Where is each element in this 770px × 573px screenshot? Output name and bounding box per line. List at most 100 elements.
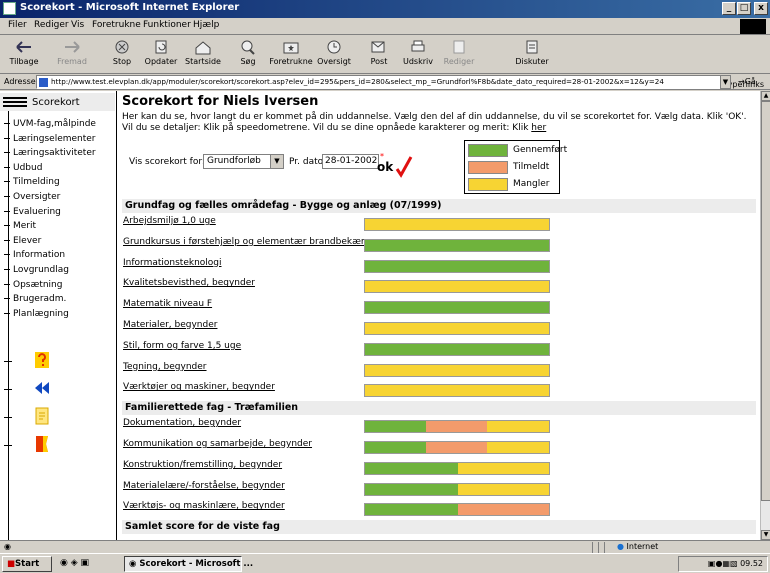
sidebar-item[interactable]: Information — [4, 250, 65, 260]
globe-icon: ● — [617, 542, 624, 551]
subject-link[interactable]: Arbejdsmiljø 1,0 uge — [123, 216, 216, 226]
refresh-button[interactable]: Opdater — [139, 38, 183, 72]
back-label: Tilbage — [9, 57, 39, 66]
edit-button[interactable]: Rediger — [437, 38, 481, 72]
subject-link[interactable]: Dokumentation, begynder — [123, 418, 241, 428]
score-row: Konstruktion/fremstilling, begynder — [122, 457, 756, 479]
home-button[interactable]: Startside — [181, 38, 225, 72]
sidebar-item[interactable]: Brugeradm. — [4, 294, 66, 304]
history-button[interactable]: Oversigt — [312, 38, 356, 72]
sidebar-item[interactable]: Læringsaktiviteter — [4, 148, 96, 158]
scroll-down-button[interactable]: ▼ — [761, 530, 770, 540]
zone-label: Internet — [626, 542, 659, 551]
minimize-button[interactable]: _ — [722, 2, 736, 15]
subject-link[interactable]: Informationsteknologi — [123, 258, 222, 268]
progress-bar[interactable] — [364, 420, 550, 434]
sidebar-item[interactable]: Tilmelding — [4, 177, 60, 187]
history-label: Oversigt — [317, 57, 351, 66]
completed-segment — [365, 483, 458, 495]
progress-bar[interactable] — [364, 218, 550, 231]
address-bar: Adresse http://www.test.elevplan.dk/app/… — [0, 74, 770, 90]
subject-link[interactable]: Materialer, begynder — [123, 320, 217, 330]
menu-icon — [3, 97, 27, 107]
menu-rediger[interactable]: Rediger — [34, 20, 69, 30]
sidebar-item[interactable]: Evaluering — [4, 207, 61, 217]
date-input[interactable]: 28-01-2002 — [322, 154, 379, 169]
tray-icons[interactable]: ▣●▦▧ — [708, 559, 740, 568]
subject-link[interactable]: Kvalitetsbevisthed, begynder — [123, 278, 255, 288]
address-dropdown-button[interactable]: ▼ — [720, 75, 731, 89]
sidebar-item[interactable]: Planlægning — [4, 309, 69, 319]
subject-link[interactable]: Grundkursus i førstehjælp og elementær b… — [123, 237, 375, 247]
subject-link[interactable]: Matematik niveau F — [123, 299, 212, 309]
subject-link[interactable]: Konstruktion/fremstilling, begynder — [123, 460, 282, 470]
menu-funktioner[interactable]: Funktioner — [143, 20, 191, 30]
sidebar-item[interactable]: Elever — [4, 236, 41, 246]
progress-bar[interactable] — [364, 461, 550, 475]
progress-bar[interactable] — [364, 482, 550, 496]
progress-bar[interactable] — [364, 342, 550, 356]
go-button[interactable]: →Gå — [738, 77, 756, 86]
task-label: Scorekort - Microsoft ... — [139, 559, 254, 569]
ok-button[interactable]: ok — [377, 156, 417, 178]
discuss-button[interactable]: Diskuter — [510, 38, 554, 72]
progress-bar[interactable] — [364, 322, 550, 335]
subject-link[interactable]: Værktøjs- og maskinlære, begynder — [123, 501, 285, 511]
progress-bar[interactable] — [364, 259, 550, 273]
filter-row: Vis scorekort for: Grundforløb ▼ Pr. dato… — [129, 152, 449, 178]
sidebar-item[interactable]: Opsætning — [4, 280, 62, 290]
subject-link[interactable]: Stil, form og farve 1,5 uge — [123, 341, 241, 351]
vertical-scrollbar[interactable]: ▲ ▼ — [760, 91, 770, 540]
menu-foretrukne[interactable]: Foretrukne — [92, 20, 141, 30]
start-button[interactable]: ■Start — [2, 556, 52, 572]
back-button[interactable]: Tilbage — [2, 38, 46, 72]
maximize-button[interactable]: □ — [737, 2, 751, 15]
missing-segment — [458, 462, 549, 474]
menu-hjaelp[interactable]: Hjælp — [193, 20, 219, 30]
progress-bar[interactable] — [364, 238, 550, 252]
sidebar-item[interactable]: Oversigter — [4, 192, 60, 202]
quick-launch[interactable]: ◉ ◈ ▣ — [60, 558, 120, 571]
sidebar-header[interactable]: Scorekort — [0, 93, 115, 111]
favorites-button[interactable]: Foretrukne — [269, 38, 313, 72]
progress-bar[interactable] — [364, 301, 550, 315]
progress-bar[interactable] — [364, 441, 550, 454]
subject-link[interactable]: Tegning, begynder — [123, 362, 207, 372]
scroll-up-button[interactable]: ▲ — [761, 91, 770, 101]
task-ie-window[interactable]: ◉ Scorekort - Microsoft ... — [124, 556, 253, 572]
print-button[interactable]: Udskriv — [396, 38, 440, 72]
flag-icon — [36, 436, 48, 452]
scroll-thumb[interactable] — [761, 101, 770, 501]
grades-link[interactable]: her — [531, 123, 546, 133]
subject-link[interactable]: Værktøjer og maskiner, begynder — [123, 382, 275, 392]
scorecard-select[interactable]: Grundforløb ▼ — [203, 154, 284, 169]
mail-button[interactable]: Post — [357, 38, 401, 72]
sidebar-item[interactable]: Lovgrundlag — [4, 265, 69, 275]
intro-text: Her kan du se, hvor langt du er kommet p… — [122, 112, 756, 134]
sidebar-item[interactable]: Merit — [4, 221, 36, 231]
menu-filer[interactable]: Filer — [8, 20, 27, 30]
legend-swatch — [468, 178, 508, 191]
forward-button[interactable]: Fremad — [50, 38, 94, 72]
close-button[interactable]: x — [754, 2, 768, 15]
missing-segment — [487, 442, 549, 453]
progress-bar[interactable] — [364, 363, 550, 377]
search-button[interactable]: Søg — [226, 38, 270, 72]
progress-bar[interactable] — [364, 503, 550, 517]
ie-quicklaunch-icon[interactable]: ◉ — [60, 558, 68, 568]
chevron-down-icon: ▼ — [270, 155, 283, 168]
outlook-quicklaunch-icon[interactable]: ◈ — [71, 558, 78, 568]
sidebar-item[interactable]: UVM-fag,målpinde — [4, 119, 96, 129]
sidebar-item[interactable]: Udbud — [4, 163, 42, 173]
subject-link[interactable]: Materialelære/-forståelse, begynder — [123, 481, 285, 491]
discuss-label: Diskuter — [515, 57, 549, 66]
sidebar-item[interactable]: Læringselementer — [4, 134, 96, 144]
desktop-quicklaunch-icon[interactable]: ▣ — [81, 558, 90, 568]
address-input[interactable]: http://www.test.elevplan.dk/app/moduler/… — [36, 75, 728, 89]
stop-button[interactable]: Stop — [100, 38, 144, 72]
progress-bar[interactable] — [364, 280, 550, 294]
forward-label: Fremad — [57, 57, 87, 66]
menu-vis[interactable]: Vis — [71, 20, 84, 30]
progress-bar[interactable] — [364, 384, 550, 398]
subject-link[interactable]: Kommunikation og samarbejde, begynder — [123, 439, 312, 449]
